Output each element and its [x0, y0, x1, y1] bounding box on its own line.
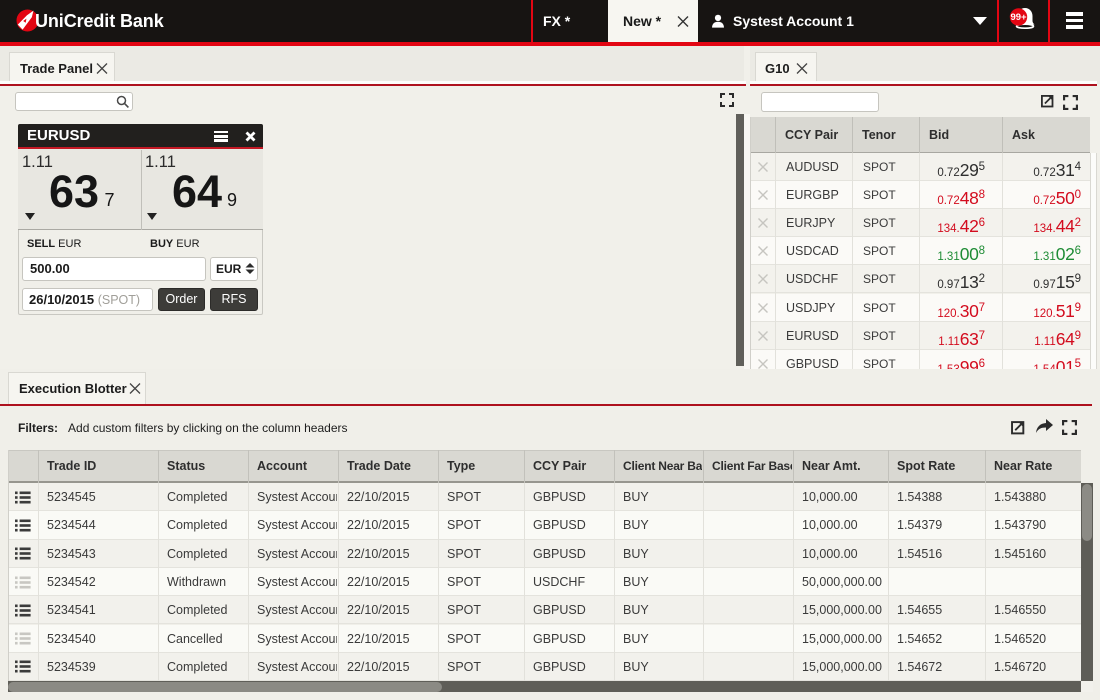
- svg-text:99+: 99+: [1010, 12, 1027, 23]
